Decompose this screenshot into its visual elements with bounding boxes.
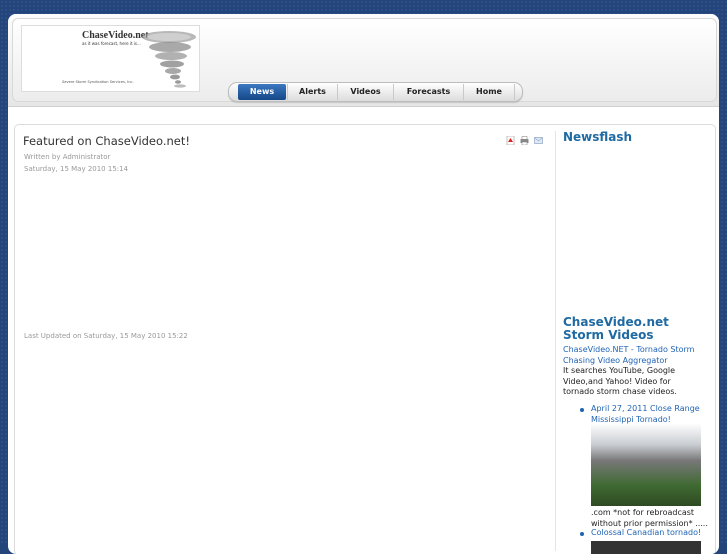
article-title[interactable]: Featured on ChaseVideo.net! (23, 134, 190, 148)
article-updated: Last Updated on Saturday, 15 May 2010 15… (24, 332, 188, 340)
pdf-icon[interactable] (506, 136, 515, 145)
email-icon[interactable] (534, 136, 543, 145)
nav-item-alerts[interactable]: Alerts (287, 84, 337, 100)
logo-footer: Severe Storm Syndication Services, Inc. (62, 80, 134, 84)
list-bullet (580, 532, 584, 536)
storm-videos-heading: ChaseVideo.net Storm Videos (563, 315, 669, 342)
storm-videos-description: It searches YouTube, Google Video,and Ya… (563, 366, 677, 396)
article-author: Written by Administrator (24, 153, 111, 161)
content-area: Featured on ChaseVideo.net! Written by A… (14, 124, 716, 554)
logo-title: ChaseVideo.net (82, 30, 149, 41)
list-bullet (580, 408, 584, 412)
sidebar: Newsflash ChaseVideo.net Storm Videos Ch… (563, 125, 713, 554)
video-link[interactable]: Colossal Canadian tornado! (591, 528, 711, 539)
nav-item-news[interactable]: News (238, 84, 286, 100)
page-container: ChaseVideo.net as it was forecast, here … (8, 14, 719, 554)
nav-item-forecasts[interactable]: Forecasts (393, 84, 463, 100)
video-caption: .com *not for rebroadcast without prior … (591, 508, 708, 528)
video-thumbnail[interactable] (591, 541, 701, 554)
site-header: ChaseVideo.net as it was forecast, here … (8, 14, 719, 107)
logo-tagline: as it was forecast, here it is... (82, 41, 141, 46)
storm-videos-link[interactable]: ChaseVideo.NET - Tornado Storm Chasing V… (563, 345, 703, 366)
sidebar-divider (555, 131, 556, 551)
print-icon[interactable] (520, 136, 529, 145)
tornado-icon (142, 31, 196, 88)
nav-item-videos[interactable]: Videos (337, 84, 393, 100)
video-link[interactable]: April 27, 2011 Close Range Mississippi T… (591, 404, 706, 425)
newsflash-heading: Newsflash (563, 130, 633, 144)
article-date: Saturday, 15 May 2010 15:14 (24, 165, 129, 173)
nav-item-home[interactable]: Home (463, 84, 515, 100)
main-nav: News Alerts Videos Forecasts Home (228, 82, 523, 102)
video-thumbnail[interactable] (591, 424, 701, 506)
site-logo[interactable]: ChaseVideo.net as it was forecast, here … (21, 25, 200, 92)
